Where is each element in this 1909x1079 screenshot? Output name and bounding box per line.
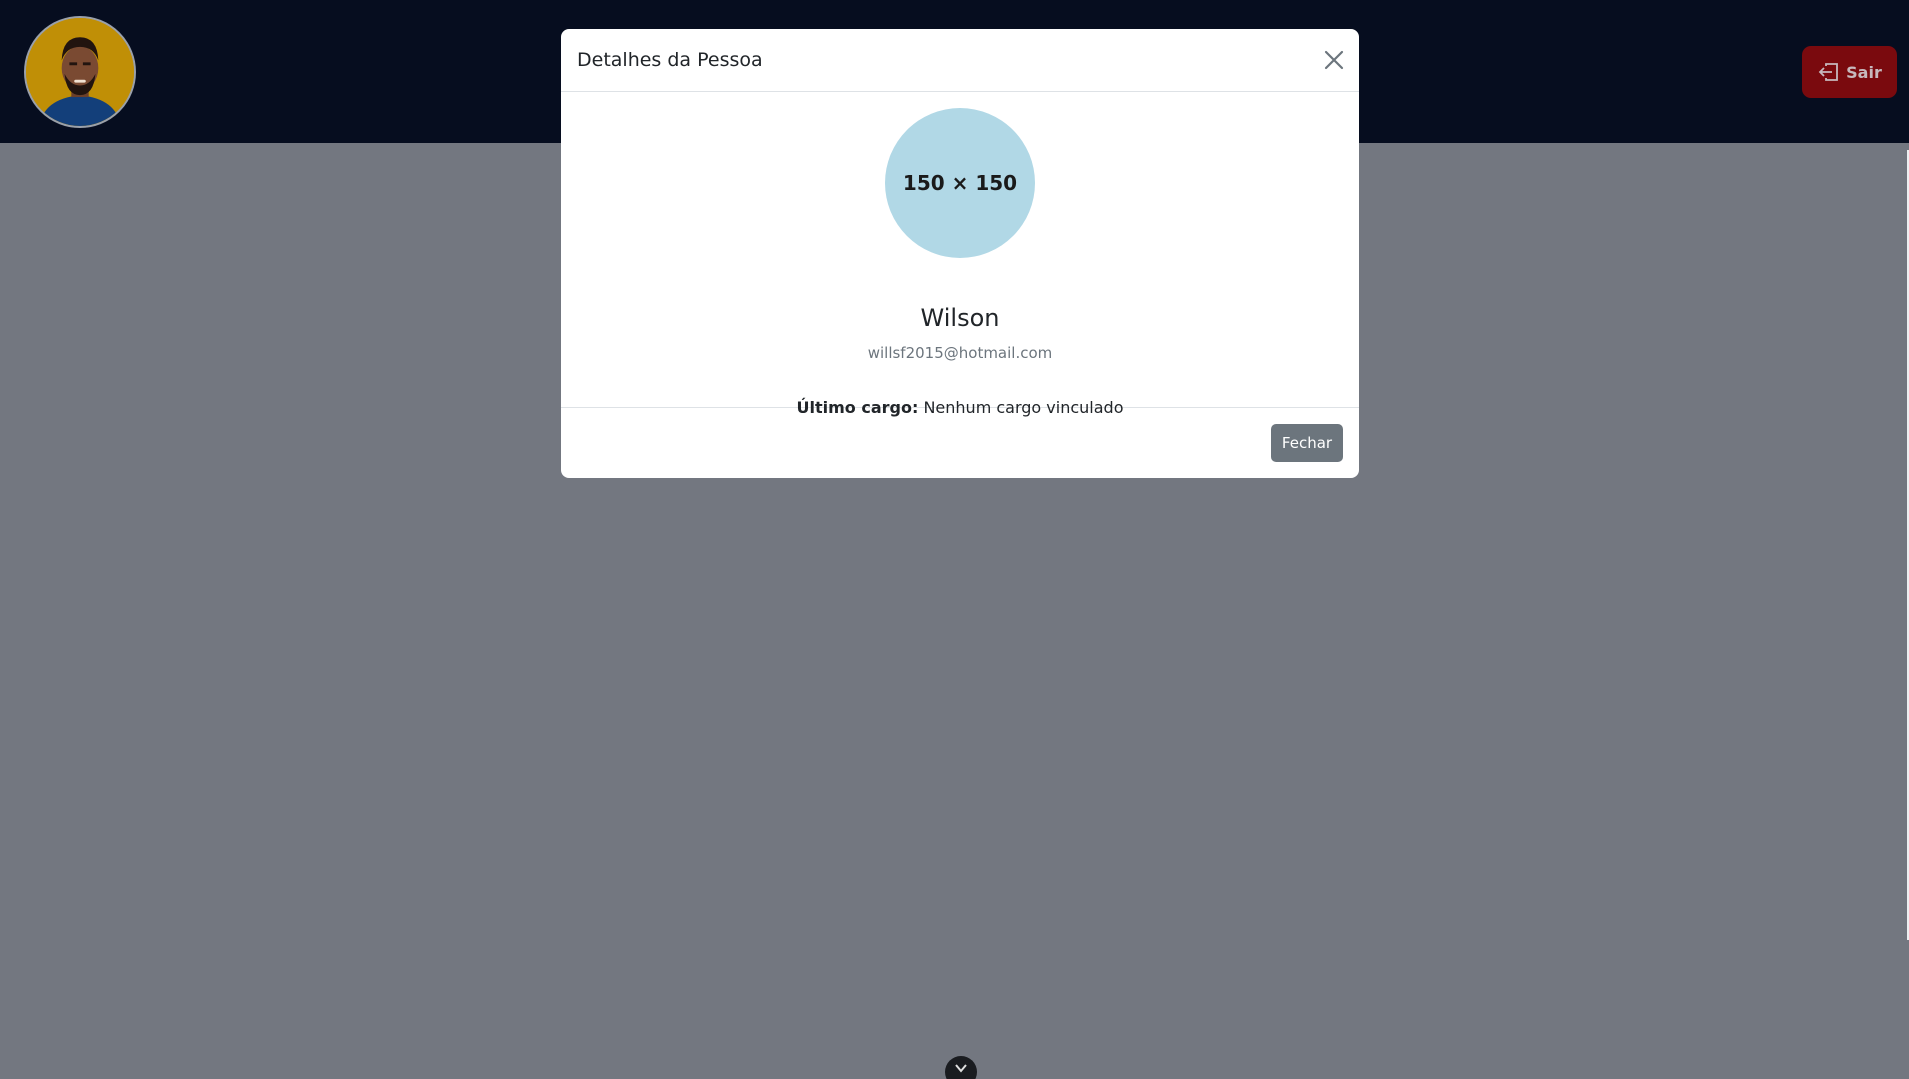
close-icon — [1324, 50, 1344, 70]
box-arrow-left-icon — [1818, 63, 1839, 81]
modal-title: Detalhes da Pessoa — [577, 49, 763, 71]
person-details-modal: Detalhes da Pessoa 150 × 150 Wilson will… — [561, 29, 1359, 478]
avatar-illustration — [26, 18, 134, 126]
modal-body: 150 × 150 Wilson willsf2015@hotmail.com … — [561, 92, 1359, 417]
modal-header: Detalhes da Pessoa — [561, 29, 1359, 92]
logout-button[interactable]: Sair — [1802, 46, 1897, 98]
close-button[interactable]: Fechar — [1271, 424, 1343, 462]
profile-photo-placeholder: 150 × 150 — [885, 108, 1035, 258]
modal-footer: Fechar — [561, 408, 1359, 479]
modal-close-button[interactable] — [1323, 49, 1345, 71]
person-email: willsf2015@hotmail.com — [867, 344, 1053, 362]
logout-label: Sair — [1846, 62, 1882, 82]
user-avatar[interactable] — [24, 16, 136, 128]
chevron-down-icon — [955, 1064, 967, 1073]
scroll-down-button[interactable] — [945, 1056, 977, 1079]
person-name: Wilson — [920, 304, 1000, 332]
